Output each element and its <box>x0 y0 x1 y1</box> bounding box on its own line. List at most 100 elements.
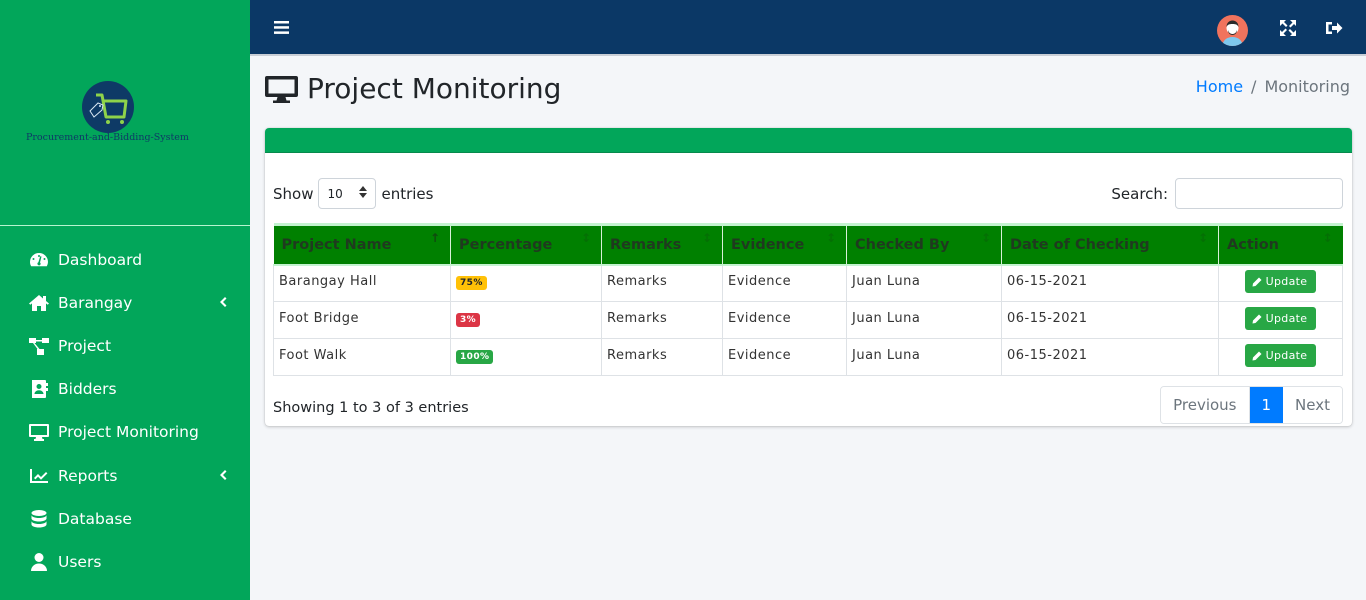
column-header-project-name[interactable]: Project Name ↑ <box>273 224 451 266</box>
sidebar-item-reports[interactable]: Reports <box>0 454 250 497</box>
brand-logo[interactable]: Procurement-and-Bidding-System <box>0 0 250 226</box>
percentage-badge: 75% <box>456 275 487 290</box>
sidebar-item-label: Users <box>58 552 102 571</box>
database-icon <box>28 509 50 529</box>
sidebar-item-dashboard[interactable]: Dashboard <box>0 238 250 281</box>
cell-remarks: Remarks <box>601 264 723 302</box>
table-row: Foot Walk 100% Remarks Evidence Juan Lun… <box>273 338 1343 376</box>
desktop-icon <box>265 75 298 103</box>
desktop-icon <box>28 422 50 442</box>
sidebar-item-project[interactable]: Project <box>0 324 250 367</box>
top-navbar <box>250 0 1366 56</box>
cell-project-name: Foot Walk <box>273 338 451 376</box>
cell-project-name: Barangay Hall <box>273 264 451 302</box>
sidebar-item-users[interactable]: Users <box>0 540 250 583</box>
page-length-select[interactable]: 10 <box>318 178 377 209</box>
next-page-button[interactable]: Next <box>1283 387 1342 423</box>
cell-action: Update <box>1218 338 1343 376</box>
update-button[interactable]: Update <box>1244 344 1317 367</box>
cell-evidence: Evidence <box>722 264 847 302</box>
column-header-remarks[interactable]: Remarks ↕ <box>601 224 723 266</box>
sitemap-icon <box>28 336 50 356</box>
page-header: Project Monitoring <box>265 72 561 105</box>
breadcrumb-current: Monitoring <box>1264 77 1350 96</box>
column-header-checked-by[interactable]: Checked By ↕ <box>846 224 1002 266</box>
entries-label: entries <box>381 184 434 203</box>
cell-action: Update <box>1218 264 1343 302</box>
cell-percentage: 100% <box>450 338 602 376</box>
expand-icon[interactable] <box>1279 19 1297 37</box>
cell-action: Update <box>1218 301 1343 339</box>
sidebar-nav: Dashboard Barangay Project Bidders Proje… <box>0 226 250 584</box>
chevron-left-icon <box>218 294 228 312</box>
update-button[interactable]: Update <box>1244 307 1317 330</box>
breadcrumb: Home / Monitoring <box>1196 77 1350 96</box>
pencil-icon <box>1252 351 1262 360</box>
user-icon <box>28 552 50 572</box>
breadcrumb-separator: / <box>1251 77 1257 96</box>
cell-date: 06-15-2021 <box>1001 301 1219 339</box>
cell-remarks: Remarks <box>601 338 723 376</box>
sidebar-item-barangay[interactable]: Barangay <box>0 281 250 324</box>
page-length-control: Show 10 entries <box>273 178 433 209</box>
search-label: Search: <box>1111 184 1168 203</box>
cell-date: 06-15-2021 <box>1001 338 1219 376</box>
percentage-badge: 100% <box>456 349 494 364</box>
column-header-date-of-checking[interactable]: Date of Checking ↕ <box>1001 224 1219 266</box>
sort-icon: ↕ <box>580 231 591 245</box>
sidebar-item-label: Bidders <box>58 380 117 399</box>
breadcrumb-home-link[interactable]: Home <box>1196 77 1243 96</box>
search-control: Search: <box>1111 178 1343 209</box>
bars-icon[interactable] <box>274 20 289 35</box>
cell-checked-by: Juan Luna <box>846 338 1002 376</box>
sidebar-item-label: Dashboard <box>58 250 143 269</box>
card-header <box>265 128 1352 153</box>
sidebar-item-project-monitoring[interactable]: Project Monitoring <box>0 411 250 454</box>
search-input[interactable] <box>1175 178 1343 209</box>
column-header-evidence[interactable]: Evidence ↕ <box>722 224 847 266</box>
cell-checked-by: Juan Luna <box>846 264 1002 302</box>
sidebar-item-label: Project <box>58 336 112 355</box>
percentage-badge: 3% <box>456 312 481 327</box>
sort-updown-icon <box>359 186 368 201</box>
show-label: Show <box>273 184 314 203</box>
avatar[interactable] <box>1217 15 1248 46</box>
table-row: Barangay Hall 75% Remarks Evidence Juan … <box>273 264 1343 302</box>
sidebar-item-database[interactable]: Database <box>0 497 250 540</box>
cell-project-name: Foot Bridge <box>273 301 451 339</box>
sign-out-icon[interactable] <box>1325 19 1343 37</box>
update-button[interactable]: Update <box>1244 270 1317 294</box>
sort-icon: ↕ <box>1197 231 1208 245</box>
pencil-icon <box>1252 277 1262 287</box>
cell-evidence: Evidence <box>722 338 847 376</box>
sort-icon: ↕ <box>701 231 712 245</box>
cart-logo-icon <box>82 81 134 133</box>
cell-percentage: 3% <box>450 301 602 339</box>
sidebar-item-label: Reports <box>58 466 118 485</box>
column-header-percentage[interactable]: Percentage ↕ <box>450 224 602 266</box>
sidebar-item-label: Barangay <box>58 293 133 312</box>
chevron-left-icon <box>218 467 228 485</box>
sort-icon: ↕ <box>980 231 991 245</box>
monitoring-card: Show 10 entries Search: Project Name ↑ Pe… <box>265 128 1352 426</box>
cell-date: 06-15-2021 <box>1001 264 1219 302</box>
sort-icon: ↕ <box>1322 231 1333 245</box>
tachometer-icon <box>28 250 50 270</box>
table-row: Foot Bridge 3% Remarks Evidence Juan Lun… <box>273 301 1343 339</box>
sort-asc-icon: ↑ <box>429 231 440 245</box>
cell-evidence: Evidence <box>722 301 847 339</box>
brand-name: Procurement-and-Bidding-System <box>26 132 189 143</box>
table-header-row: Project Name ↑ Percentage ↕ Remarks ↕ Evide… <box>273 224 1343 266</box>
pagination: Previous 1 Next <box>1160 386 1343 424</box>
page-title: Project Monitoring <box>307 72 562 105</box>
page-length-value: 10 <box>327 186 343 201</box>
address-book-icon <box>28 379 50 399</box>
sidebar-item-bidders[interactable]: Bidders <box>0 368 250 411</box>
chart-line-icon <box>28 466 50 486</box>
column-header-action[interactable]: Action ↕ <box>1218 224 1343 266</box>
previous-page-button[interactable]: Previous <box>1161 387 1250 423</box>
monitoring-table: Project Name ↑ Percentage ↕ Remarks ↕ Evide… <box>273 223 1343 376</box>
pencil-icon <box>1252 314 1262 323</box>
page-1-button[interactable]: 1 <box>1249 387 1284 423</box>
table-info: Showing 1 to 3 of 3 entries <box>273 400 469 416</box>
